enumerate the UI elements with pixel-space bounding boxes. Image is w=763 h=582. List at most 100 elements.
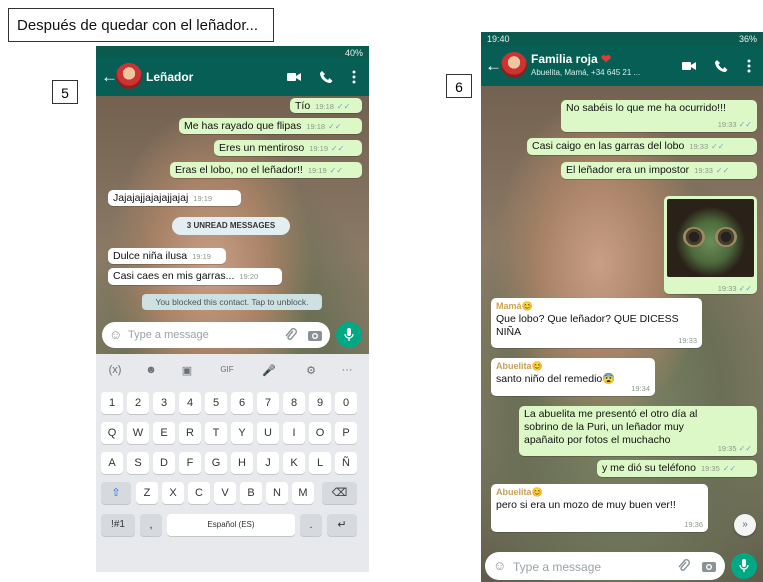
message-bubble[interactable]: La abuelita me presentó el otro día al s…	[519, 406, 757, 456]
key-a[interactable]: A	[101, 452, 123, 474]
video-call-icon[interactable]	[681, 58, 697, 74]
emoji-keyboard-icon[interactable]: ☻	[140, 364, 162, 376]
key-w[interactable]: W	[127, 422, 149, 444]
key-z[interactable]: Z	[136, 482, 158, 504]
key-p[interactable]: P	[335, 422, 357, 444]
video-call-icon[interactable]	[286, 69, 302, 85]
key-k[interactable]: K	[283, 452, 305, 474]
phone-screen-6: 19:40 36% ← Familia roja ❤ Abuelita, Mam…	[481, 32, 763, 582]
key-j[interactable]: J	[257, 452, 279, 474]
sticker-icon[interactable]: ▣	[176, 364, 198, 377]
space-key[interactable]: Español (ES)	[167, 514, 295, 536]
message-bubble[interactable]: Me has rayado que flipas 19:18 ✓✓	[179, 118, 362, 134]
voice-call-icon[interactable]	[318, 69, 334, 85]
menu-more-icon[interactable]	[741, 58, 757, 74]
sent-photo[interactable]	[667, 199, 754, 277]
message-bubble[interactable]: El leñador era un impostor 19:33 ✓✓	[561, 162, 757, 179]
status-bar: 19:40 36%	[481, 32, 763, 46]
key-6[interactable]: 6	[231, 392, 253, 414]
key-2[interactable]: 2	[127, 392, 149, 414]
contact-name[interactable]: Leñador	[146, 70, 193, 84]
key-0[interactable]: 0	[335, 392, 357, 414]
sender-name: Abuelita😊	[496, 487, 543, 497]
gif-icon[interactable]: GIF	[216, 365, 238, 374]
attach-icon[interactable]	[675, 558, 691, 574]
blocked-contact-notice[interactable]: You blocked this contact. Tap to unblock…	[142, 294, 322, 310]
translate-icon[interactable]: (x)	[104, 364, 126, 376]
message-bubble[interactable]: Jajajajjajajajjajaj 19:19	[108, 190, 241, 206]
key-4[interactable]: 4	[179, 392, 201, 414]
contact-avatar[interactable]	[116, 63, 142, 89]
key-s[interactable]: S	[127, 452, 149, 474]
key-u[interactable]: U	[257, 422, 279, 444]
read-check-icon: ✓✓	[715, 166, 730, 175]
shift-key[interactable]: ⇧	[101, 482, 131, 504]
key-5[interactable]: 5	[205, 392, 227, 414]
key-enye[interactable]: Ñ	[335, 452, 357, 474]
emoji-icon[interactable]: ☺	[493, 558, 506, 573]
settings-icon[interactable]: ⚙	[300, 364, 322, 377]
message-input[interactable]: ☺ Type a message	[102, 322, 330, 348]
voice-input-icon[interactable]: 🎤	[258, 364, 280, 377]
key-v[interactable]: V	[214, 482, 236, 504]
key-c[interactable]: C	[188, 482, 210, 504]
key-o[interactable]: O	[309, 422, 331, 444]
key-t[interactable]: T	[205, 422, 227, 444]
voice-call-icon[interactable]	[713, 58, 729, 74]
message-bubble[interactable]: Mamá😊 Que lobo? Que leñador? QUE DICESS …	[491, 298, 702, 348]
mic-button[interactable]	[731, 553, 757, 579]
message-bubble[interactable]: Dulce niña ilusa 19:19	[108, 248, 226, 264]
avatar-emoji-icon: 😊	[531, 361, 543, 371]
menu-more-icon[interactable]	[346, 69, 362, 85]
scroll-down-button[interactable]: »	[734, 514, 756, 536]
caption-box: Después de quedar con el leñador...	[8, 8, 274, 42]
enter-key[interactable]: ↵	[327, 514, 357, 536]
message-input[interactable]: ☺ Type a message	[485, 552, 725, 580]
message-bubble[interactable]: Abuelita😊 santo niño del remedio😨 19:34	[491, 358, 655, 396]
key-x[interactable]: X	[162, 482, 184, 504]
key-n[interactable]: N	[266, 482, 288, 504]
message-bubble[interactable]: No sabéis lo que me ha ocurrido!!! 19:33 …	[561, 100, 757, 132]
group-name[interactable]: Familia roja ❤	[531, 52, 611, 66]
camera-icon[interactable]	[701, 558, 717, 574]
key-b[interactable]: B	[240, 482, 262, 504]
message-bubble[interactable]: Casi caes en mis garras... 19:20	[108, 268, 282, 285]
comma-key[interactable]: ,	[140, 514, 162, 536]
key-r[interactable]: R	[179, 422, 201, 444]
image-message[interactable]: 19:33 ✓✓	[664, 196, 757, 294]
key-q[interactable]: Q	[101, 422, 123, 444]
key-h[interactable]: H	[231, 452, 253, 474]
message-bubble[interactable]: Tío 19:18 ✓✓	[290, 98, 362, 113]
key-f[interactable]: F	[179, 452, 201, 474]
symbols-key[interactable]: !#1	[101, 514, 135, 536]
attach-icon[interactable]	[282, 327, 298, 343]
read-check-icon: ✓✓	[336, 102, 351, 111]
period-key[interactable]: .	[300, 514, 322, 536]
key-g[interactable]: G	[205, 452, 227, 474]
backspace-key[interactable]: ⌫	[322, 482, 357, 504]
key-i[interactable]: I	[283, 422, 305, 444]
message-bubble[interactable]: Casi caigo en las garras del lobo 19:33 ✓…	[527, 138, 757, 155]
key-8[interactable]: 8	[283, 392, 305, 414]
key-l[interactable]: L	[309, 452, 331, 474]
message-bubble[interactable]: y me dió su teléfono 19:35 ✓✓	[597, 460, 757, 477]
back-arrow-icon[interactable]: ←	[485, 57, 502, 74]
key-1[interactable]: 1	[101, 392, 123, 414]
key-m[interactable]: M	[292, 482, 314, 504]
key-7[interactable]: 7	[257, 392, 279, 414]
group-members[interactable]: Abuelita, Mamá, +34 645 21 ...	[531, 68, 649, 77]
message-bubble[interactable]: Abuelita😊 pero si era un mozo de muy bue…	[491, 484, 708, 532]
emoji-icon[interactable]: ☺	[109, 327, 122, 342]
group-avatar[interactable]	[501, 52, 527, 78]
message-bubble[interactable]: Eres un mentiroso 19:19 ✓✓	[214, 140, 362, 156]
key-y[interactable]: Y	[231, 422, 253, 444]
key-e[interactable]: E	[153, 422, 175, 444]
sender-name: Mamá😊	[496, 301, 533, 311]
mic-button[interactable]	[336, 322, 362, 348]
key-d[interactable]: D	[153, 452, 175, 474]
key-9[interactable]: 9	[309, 392, 331, 414]
more-icon[interactable]: ···	[336, 364, 358, 376]
camera-icon[interactable]	[307, 327, 323, 343]
message-bubble[interactable]: Eras el lobo, no el leñador!! 19:19 ✓✓	[170, 162, 362, 178]
key-3[interactable]: 3	[153, 392, 175, 414]
